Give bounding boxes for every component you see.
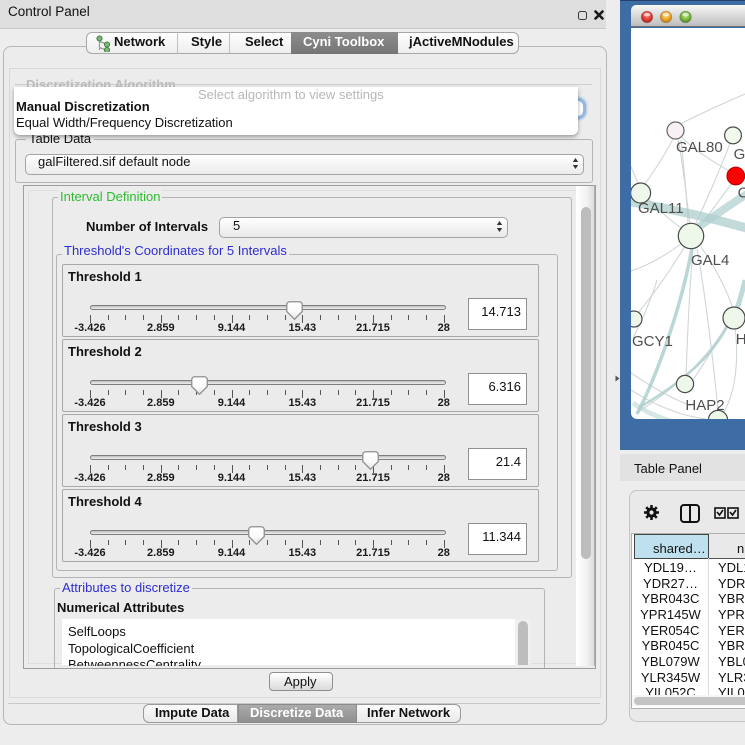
svg-text:G.: G. xyxy=(734,146,745,163)
svg-text:GAL80: GAL80 xyxy=(676,139,723,156)
svg-text:C: C xyxy=(738,185,745,202)
svg-text:HAP2: HAP2 xyxy=(685,397,724,414)
svg-text:H: H xyxy=(736,331,745,348)
svg-text:GAL11: GAL11 xyxy=(638,200,684,217)
svg-text:GCY1: GCY1 xyxy=(632,333,673,350)
svg-text:GAL4: GAL4 xyxy=(691,252,729,269)
